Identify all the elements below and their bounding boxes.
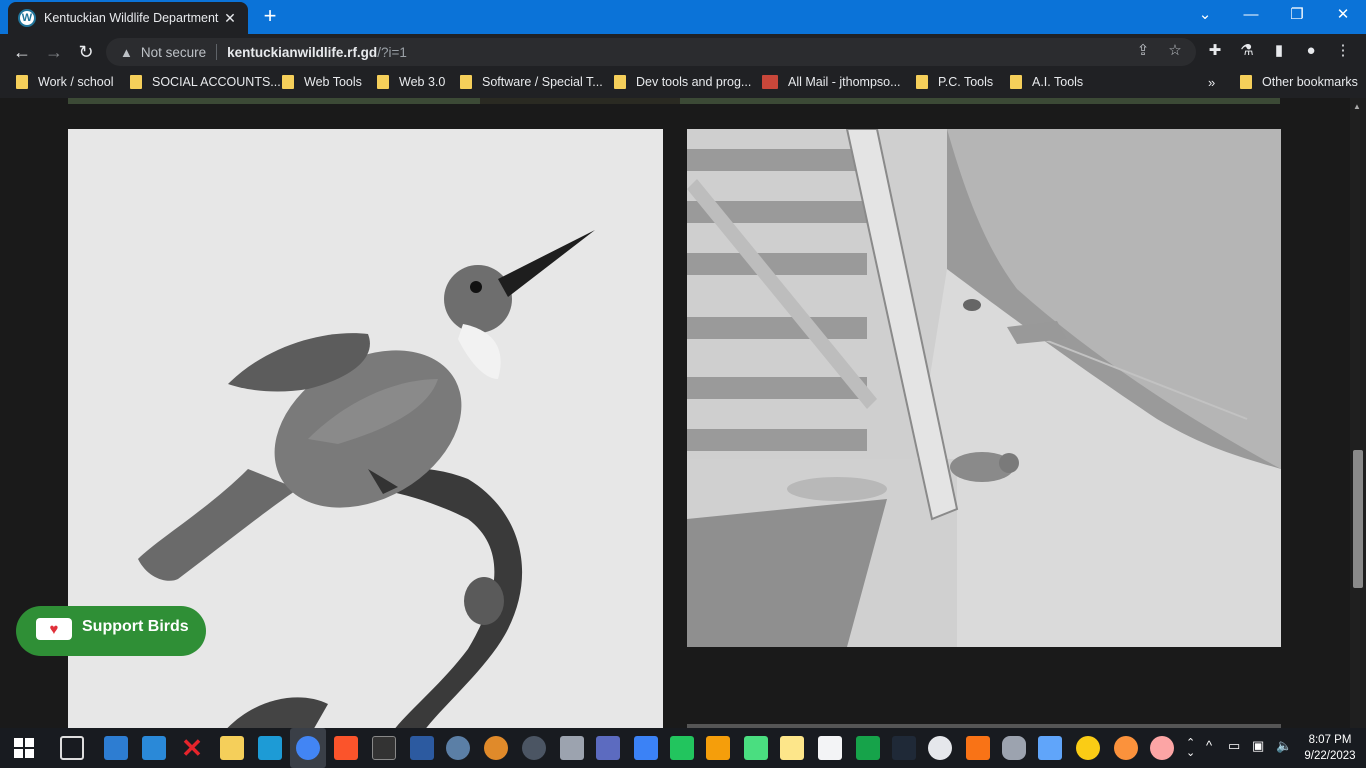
- git-icon[interactable]: [670, 736, 694, 760]
- electron-icon[interactable]: [522, 736, 546, 760]
- share-icon[interactable]: ⇪: [1132, 40, 1154, 62]
- sublime-text-icon[interactable]: [706, 736, 730, 760]
- url-host: kentuckianwildlife.rf.gd: [227, 44, 378, 60]
- restore-button[interactable]: ❐: [1274, 4, 1320, 28]
- forward-button[interactable]: →: [42, 40, 66, 64]
- scroll-up-arrow-icon[interactable]: ▲: [1353, 102, 1361, 111]
- folder-icon: [282, 75, 294, 89]
- settings-orange-icon[interactable]: [484, 736, 508, 760]
- avatar-app-icon[interactable]: [1150, 736, 1174, 760]
- bookmark-all-mail[interactable]: All Mail - jthompso...: [762, 75, 901, 89]
- disc-icon[interactable]: [1076, 736, 1100, 760]
- bookmark-web-tools[interactable]: Web Tools: [282, 75, 362, 89]
- top-image-strip-dark: [480, 98, 680, 104]
- tab-title: Kentuckian Wildlife Department -: [44, 11, 222, 25]
- powershell-icon[interactable]: [410, 736, 434, 760]
- bookmark-star-icon[interactable]: ☆: [1164, 40, 1186, 62]
- system-clock[interactable]: 8:07 PM 9/22/2023: [1298, 732, 1362, 764]
- lab-flask-icon[interactable]: ⚗: [1236, 40, 1258, 62]
- brave-icon[interactable]: [334, 736, 358, 760]
- gear-icon[interactable]: [446, 736, 470, 760]
- bookmark-software-special[interactable]: Software / Special T...: [460, 75, 603, 89]
- bookmark-dev-tools[interactable]: Dev tools and prog...: [614, 75, 751, 89]
- folder-icon: [16, 75, 28, 89]
- folder-icon: [130, 75, 142, 89]
- clock-time: 8:07 PM: [1308, 734, 1352, 746]
- battery-icon[interactable]: ▭: [1228, 738, 1240, 754]
- omnibox-divider: [216, 44, 218, 60]
- virtualbox-icon[interactable]: [1038, 736, 1062, 760]
- support-birds-button[interactable]: ♥ Support Birds: [16, 606, 206, 656]
- network-icon[interactable]: [596, 736, 620, 760]
- folder-icon: [1010, 75, 1022, 89]
- folder-icon: [1240, 75, 1252, 89]
- back-button[interactable]: ←: [10, 40, 34, 64]
- show-hidden-icons-icon[interactable]: ^: [1206, 738, 1212, 753]
- task-view-icon[interactable]: [60, 736, 84, 760]
- settings-app-icon[interactable]: [142, 736, 166, 760]
- heart-icon: ♥: [36, 618, 72, 640]
- menu-kebab-icon[interactable]: ⋮: [1332, 40, 1354, 62]
- tab-search-icon[interactable]: ⌄: [1182, 4, 1228, 28]
- side-panel-icon[interactable]: ▮: [1268, 40, 1290, 62]
- network-tray-icon[interactable]: ▣: [1252, 738, 1264, 754]
- spreadsheet-icon[interactable]: [856, 736, 880, 760]
- blank-document-icon[interactable]: [818, 736, 842, 760]
- clock-date: 9/22/2023: [1304, 750, 1356, 762]
- volume-icon[interactable]: 🔈: [1276, 738, 1292, 754]
- address-bar[interactable]: ▲ Not secure kentuckianwildlife.rf.gd/?i…: [106, 38, 1196, 66]
- folder-icon: [460, 75, 472, 89]
- command-prompt-icon[interactable]: [372, 736, 396, 760]
- squirrel-scene: [687, 129, 1281, 647]
- profile-avatar-icon[interactable]: ●: [1300, 40, 1322, 62]
- close-window-button[interactable]: ✕: [1320, 4, 1366, 28]
- security-label[interactable]: Not secure: [141, 45, 206, 60]
- file-explorer-icon[interactable]: [220, 736, 244, 760]
- folder-icon: [916, 75, 928, 89]
- bluetooth-icon[interactable]: [892, 736, 916, 760]
- squirrel-photo: [687, 129, 1281, 647]
- transfer-icon[interactable]: [634, 736, 658, 760]
- windows-taskbar: ✕ ⌃ ⌄ ^ ▭ ▣ 🔈 8:07 PM 9/22/2023: [0, 728, 1366, 768]
- wordpress-icon: W: [18, 9, 36, 27]
- folder-icon: [614, 75, 626, 89]
- page-scrollbar[interactable]: ▲: [1350, 98, 1366, 728]
- other-bookmarks[interactable]: Other bookmarks: [1240, 75, 1358, 89]
- bookmark-social-accounts[interactable]: SOCIAL ACCOUNTS...: [130, 75, 281, 89]
- microphone-icon[interactable]: [1002, 736, 1026, 760]
- bookmarks-bar: Work / school SOCIAL ACCOUNTS... Web Too…: [0, 70, 1366, 98]
- more-bookmarks-icon[interactable]: »: [1208, 75, 1215, 90]
- eye-icon[interactable]: [1114, 736, 1138, 760]
- mail-icon: [762, 75, 778, 89]
- wix-app-icon[interactable]: [258, 736, 282, 760]
- browser-toolbar: ← → ↻ ▲ Not secure kentuckianwildlife.rf…: [0, 34, 1366, 70]
- extensions-icon[interactable]: ✚: [1204, 40, 1226, 62]
- close-tab-icon[interactable]: ✕: [222, 10, 238, 27]
- image-file-icon[interactable]: [780, 736, 804, 760]
- package-icon[interactable]: [560, 736, 584, 760]
- chart-app-icon[interactable]: [744, 736, 768, 760]
- folder-icon: [377, 75, 389, 89]
- chrome-icon[interactable]: [296, 736, 320, 760]
- scrollbar-thumb[interactable]: [1353, 450, 1363, 588]
- minimize-button[interactable]: —: [1228, 4, 1274, 28]
- url-path: /?i=1: [377, 44, 407, 60]
- active-tab[interactable]: W Kentuckian Wildlife Department - ✕: [8, 2, 248, 34]
- vlc-icon[interactable]: [966, 736, 990, 760]
- reload-button[interactable]: ↻: [74, 40, 98, 64]
- browser-titlebar: W Kentuckian Wildlife Department - ✕ + ⌄…: [0, 0, 1366, 34]
- new-tab-button[interactable]: +: [258, 5, 282, 29]
- x-close-app-icon[interactable]: ✕: [180, 735, 204, 761]
- bookmark-ai-tools[interactable]: A.I. Tools: [1010, 75, 1083, 89]
- remote-desktop-icon[interactable]: [104, 736, 128, 760]
- bookmark-web-3[interactable]: Web 3.0: [377, 75, 445, 89]
- support-birds-label: Support Birds: [82, 618, 189, 635]
- windows-start-icon[interactable]: [14, 738, 34, 758]
- warning-icon[interactable]: ▲: [120, 45, 133, 60]
- bookmark-work-school[interactable]: Work / school: [16, 75, 114, 89]
- scroll-taskbar-icon[interactable]: ⌃ ⌄: [1186, 738, 1195, 759]
- speed-gauge-icon[interactable]: [928, 736, 952, 760]
- bookmark-pc-tools[interactable]: P.C. Tools: [916, 75, 993, 89]
